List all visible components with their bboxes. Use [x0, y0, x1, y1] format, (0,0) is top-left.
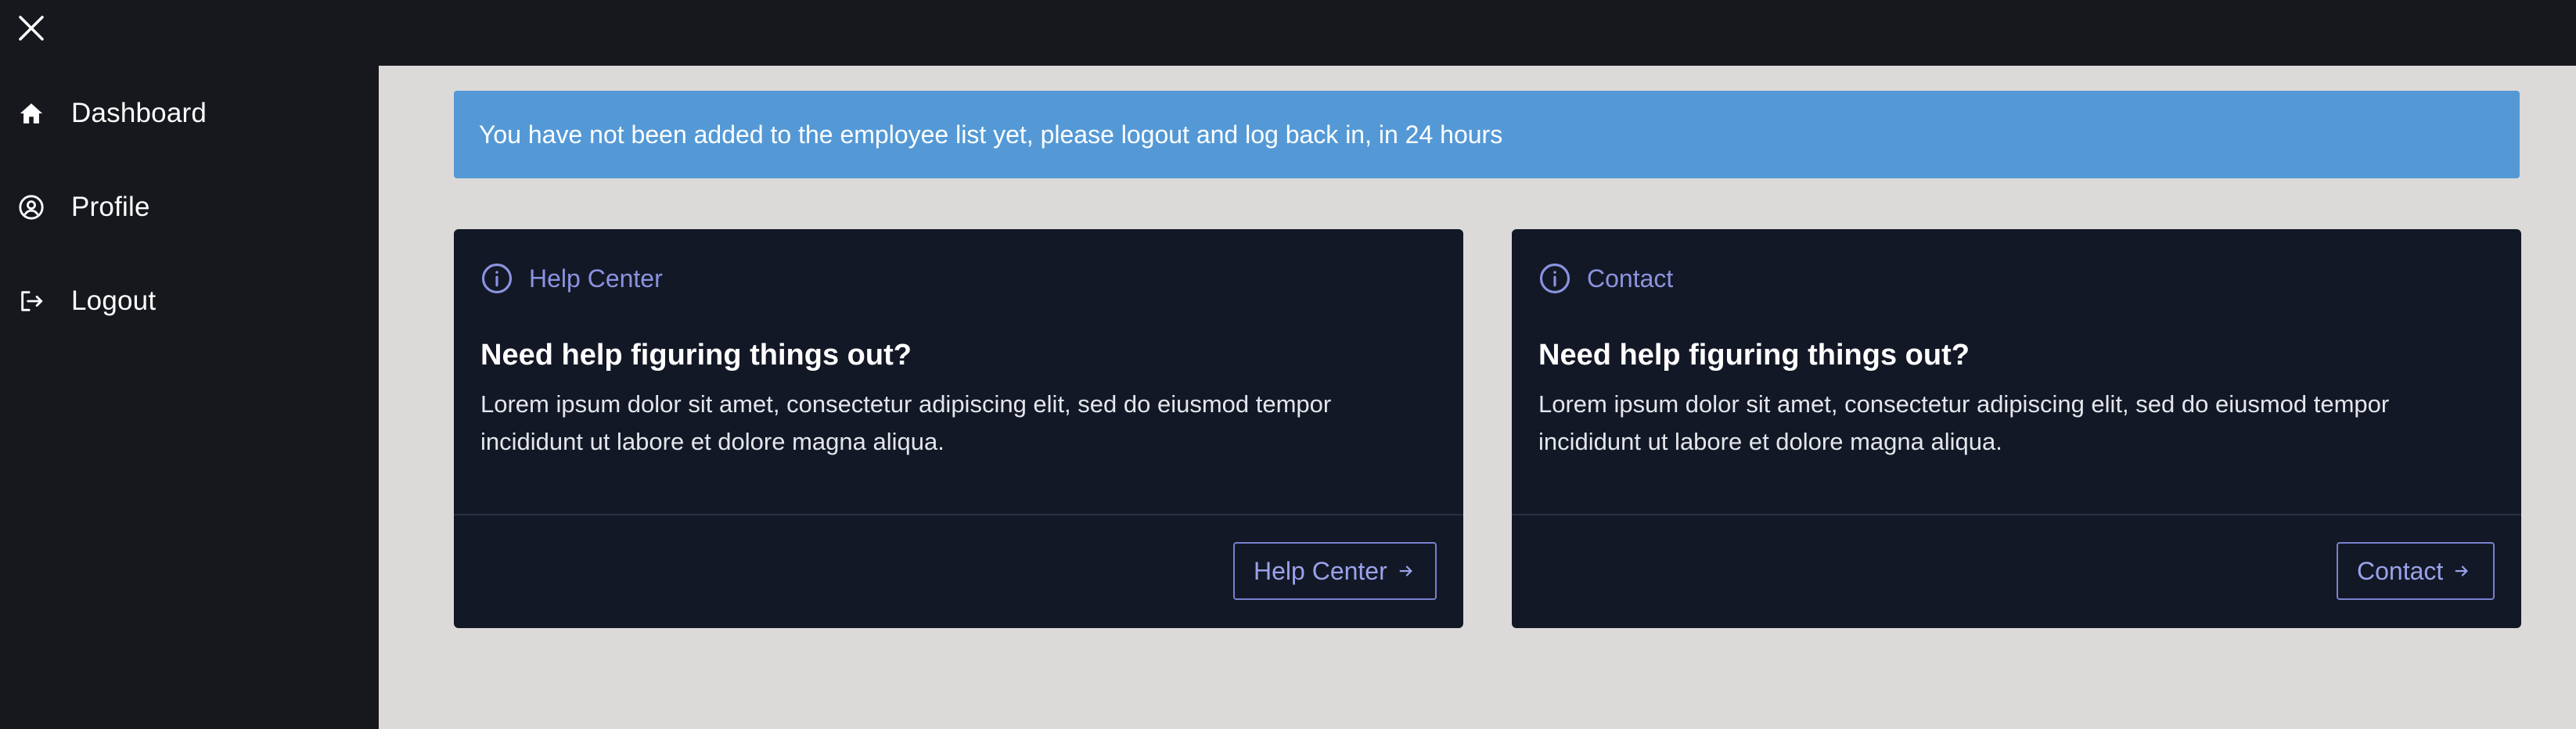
card-header: Contact [1538, 262, 1673, 295]
card-divider [1512, 514, 2521, 515]
card-body: Lorem ipsum dolor sit amet, consectetur … [480, 390, 1332, 455]
sidebar-item-label: Dashboard [71, 98, 207, 128]
sidebar-item-label: Logout [71, 285, 157, 316]
arrow-right-icon [2452, 562, 2471, 580]
card-title: Need help figuring things out? [480, 339, 912, 372]
card-divider [454, 514, 1463, 515]
sidebar-item-profile[interactable]: Profile [0, 176, 379, 239]
arrow-right-icon [1397, 562, 1416, 580]
card-header-label: Help Center [529, 264, 663, 293]
main-content: You have not been added to the employee … [379, 66, 2576, 729]
card-header-label: Contact [1587, 264, 1674, 293]
alert-text: You have not been added to the employee … [479, 120, 1503, 149]
sidebar: Dashboard Profile Logout [0, 66, 379, 729]
contact-button[interactable]: Contact [2337, 542, 2495, 600]
close-menu-button[interactable] [16, 13, 47, 44]
info-icon [1538, 262, 1571, 295]
button-label: Help Center [1254, 556, 1387, 585]
top-bar [0, 0, 2576, 66]
info-alert: You have not been added to the employee … [454, 91, 2520, 178]
button-label: Contact [2357, 556, 2444, 585]
sidebar-item-logout[interactable]: Logout [0, 270, 379, 332]
sidebar-item-dashboard[interactable]: Dashboard [0, 82, 379, 145]
logout-icon [17, 287, 45, 315]
card-title: Need help figuring things out? [1538, 339, 1970, 372]
contact-card: Contact Need help figuring things out? L… [1512, 229, 2521, 628]
help-center-button[interactable]: Help Center [1233, 542, 1437, 600]
sidebar-item-label: Profile [71, 192, 150, 222]
help-center-card: Help Center Need help figuring things ou… [454, 229, 1463, 628]
close-icon [19, 16, 44, 41]
card-body: Lorem ipsum dolor sit amet, consectetur … [1538, 390, 2390, 455]
user-circle-icon [17, 193, 45, 221]
home-icon [17, 99, 45, 127]
card-header: Help Center [480, 262, 663, 295]
info-icon [480, 262, 513, 295]
